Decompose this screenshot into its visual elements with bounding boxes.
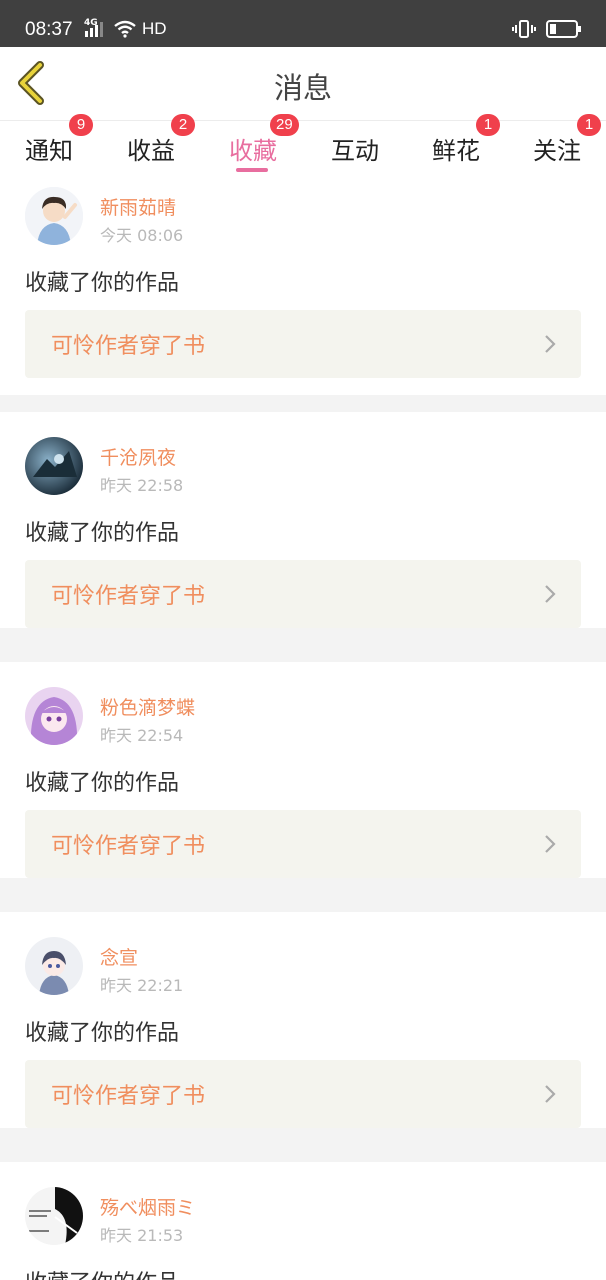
hd-label: HD: [142, 19, 167, 38]
signal-icon: 4G: [84, 18, 108, 38]
chevron-right-icon: [545, 1085, 556, 1103]
action-text: 收藏了你的作品: [25, 271, 180, 296]
message-card: 念宣 昨天 22:21 收藏了你的作品 可怜作者穿了书: [0, 912, 606, 1128]
avatar[interactable]: [25, 187, 83, 245]
action-text: 收藏了你的作品: [25, 1021, 180, 1046]
tab-interactions[interactable]: 互动: [331, 131, 379, 166]
username[interactable]: 新雨茹晴: [100, 193, 176, 220]
tab-following[interactable]: 关注: [533, 131, 581, 166]
badge-notifications: 9: [69, 114, 93, 136]
badge-earnings: 2: [171, 114, 195, 136]
badge-flowers: 1: [476, 114, 500, 136]
timestamp: 昨天 21:53: [100, 1226, 184, 1245]
tab-bar: 通知 9 收益 2 收藏 29 互动 鲜花 1 关注 1: [0, 114, 606, 179]
username[interactable]: 殇べ烟雨ミ: [100, 1193, 195, 1220]
status-time: 08:37: [25, 19, 73, 40]
tab-notifications[interactable]: 通知: [25, 131, 73, 166]
tab-flowers[interactable]: 鲜花: [432, 131, 480, 166]
status-bar: 08:37 4G HD: [0, 0, 606, 47]
work-link[interactable]: 可怜作者穿了书: [25, 310, 581, 378]
active-tab-indicator: [236, 168, 268, 172]
tab-favorites[interactable]: 收藏: [229, 131, 277, 166]
username[interactable]: 粉色滴梦蝶: [100, 693, 195, 720]
tab-earnings[interactable]: 收益: [127, 131, 175, 166]
battery-icon: [546, 20, 581, 38]
action-text: 收藏了你的作品: [25, 771, 180, 796]
wifi-icon: [114, 20, 136, 38]
message-card: 殇べ烟雨ミ 昨天 21:53 收藏了你的作品: [0, 1162, 606, 1280]
avatar[interactable]: [25, 937, 83, 995]
message-card: 新雨茹晴 今天 08:06 收藏了你的作品 可怜作者穿了书: [0, 179, 606, 395]
avatar[interactable]: [25, 1187, 83, 1245]
action-text: 收藏了你的作品: [25, 1265, 179, 1280]
chevron-right-icon: [545, 335, 556, 353]
badge-favorites: 29: [270, 114, 299, 136]
timestamp: 昨天 22:58: [100, 476, 184, 495]
status-icons-left: 4G HD: [84, 18, 167, 39]
timestamp: 昨天 22:21: [100, 976, 184, 995]
chevron-right-icon: [545, 835, 556, 853]
work-title: 可怜作者穿了书: [51, 334, 206, 359]
work-title: 可怜作者穿了书: [51, 834, 206, 859]
action-text: 收藏了你的作品: [25, 521, 180, 546]
badge-following: 1: [577, 114, 601, 136]
work-link[interactable]: 可怜作者穿了书: [25, 810, 581, 878]
work-link[interactable]: 可怜作者穿了书: [25, 1060, 581, 1128]
work-title: 可怜作者穿了书: [51, 1084, 206, 1109]
message-card: 千沧夙夜 昨天 22:58 收藏了你的作品 可怜作者穿了书: [0, 412, 606, 628]
header: 消息: [0, 47, 606, 121]
status-icons-right: [512, 19, 582, 39]
avatar[interactable]: [25, 687, 83, 745]
username[interactable]: 千沧夙夜: [100, 443, 176, 470]
username[interactable]: 念宣: [100, 943, 138, 970]
chevron-right-icon: [545, 585, 556, 603]
work-title: 可怜作者穿了书: [51, 584, 206, 609]
message-card: 粉色滴梦蝶 昨天 22:54 收藏了你的作品 可怜作者穿了书: [0, 662, 606, 878]
work-link[interactable]: 可怜作者穿了书: [25, 560, 581, 628]
vibrate-icon: [512, 20, 536, 38]
avatar[interactable]: [25, 437, 83, 495]
page-title: 消息: [273, 71, 332, 105]
timestamp: 昨天 22:54: [100, 726, 184, 745]
timestamp: 今天 08:06: [100, 226, 184, 245]
